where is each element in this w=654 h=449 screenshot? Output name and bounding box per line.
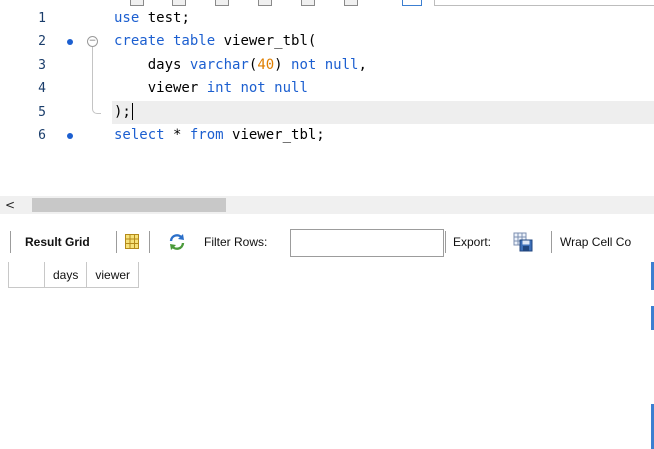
sql-text: test; — [139, 10, 190, 26]
sql-text: ); — [114, 103, 131, 120]
separator — [116, 231, 117, 253]
code-line[interactable]: use test; — [114, 7, 190, 30]
sql-text: viewer_tbl; — [223, 127, 325, 143]
wrap-cell-content-label[interactable]: Wrap Cell Co — [560, 234, 631, 250]
text-caret — [131, 103, 133, 121]
sql-text: viewer_tbl( — [215, 33, 317, 50]
result-toolbar: Result Grid Filter Rows: Export: Wrap Ce… — [0, 224, 654, 262]
sql-keyword: not null — [240, 80, 308, 97]
current-line-highlight — [112, 100, 654, 124]
line-number: 5 — [38, 104, 46, 120]
sql-text: , — [358, 56, 367, 73]
statement-marker-dot[interactable] — [67, 133, 73, 139]
line-number: 4 — [38, 81, 46, 97]
line-number: 3 — [38, 57, 46, 73]
sql-text: days — [114, 56, 190, 73]
filter-rows-label: Filter Rows: — [204, 235, 268, 249]
sql-keyword: not null — [291, 56, 359, 73]
toolbar-button-frag — [258, 0, 272, 6]
result-grid-tab[interactable]: Result Grid — [25, 234, 90, 250]
code-line[interactable]: create table viewer_tbl( — [114, 30, 316, 53]
editor-horizontal-scrollbar[interactable]: < — [0, 196, 654, 214]
refresh-icon[interactable] — [168, 233, 186, 251]
code-line[interactable]: days varchar(40) not null, — [114, 54, 367, 77]
fold-end-marker — [92, 104, 101, 114]
code-line[interactable]: select * from viewer_tbl; — [114, 124, 325, 147]
code-line[interactable]: ); — [114, 101, 133, 124]
sql-keyword: int — [206, 80, 233, 97]
sql-number: 40 — [257, 56, 275, 73]
sql-text: viewer — [114, 80, 207, 97]
separator — [551, 231, 552, 253]
grid-icon[interactable] — [125, 234, 139, 249]
line-number: 2 — [38, 34, 46, 50]
toolbar-button-frag — [344, 0, 358, 6]
toolbar-button-frag — [215, 0, 229, 6]
column-header-days[interactable]: days — [45, 262, 88, 288]
fold-collapse-icon[interactable]: − — [87, 36, 98, 48]
result-grid-header: days viewer — [8, 262, 140, 288]
sql-keyword: select — [114, 127, 165, 143]
column-header-viewer[interactable]: viewer — [87, 262, 140, 288]
scrollbar-thumb[interactable] — [32, 198, 226, 212]
sql-text: * — [164, 127, 190, 143]
fold-guide-line — [92, 47, 93, 107]
scroll-left-arrow[interactable]: < — [5, 196, 15, 214]
export-icon[interactable] — [513, 232, 533, 252]
separator — [10, 231, 11, 253]
toolbar-button-frag — [301, 0, 315, 6]
toolbar-button-frag — [402, 0, 422, 6]
export-label: Export: — [453, 235, 492, 249]
line-number: 6 — [38, 128, 46, 143]
sql-keyword: use — [114, 10, 140, 26]
line-number: 1 — [38, 11, 46, 26]
toolbar-button-frag — [172, 0, 186, 6]
grid-corner-cell[interactable] — [8, 262, 45, 288]
sql-editor[interactable]: 1 use test; 2 − create table viewer_tbl( 3 da… — [0, 0, 654, 196]
filter-rows-input[interactable] — [290, 229, 444, 257]
toolbar-button-frag — [130, 0, 144, 6]
code-line[interactable]: viewer int not null — [114, 77, 308, 100]
sql-keyword: from — [189, 127, 224, 143]
sql-text: ) — [274, 56, 292, 73]
sql-keyword: varchar — [189, 56, 249, 73]
toolbar-search-frag — [434, 0, 654, 6]
separator — [149, 231, 150, 253]
toolbar-remnant — [0, 0, 654, 6]
separator — [445, 231, 446, 253]
statement-marker-dot[interactable] — [67, 39, 73, 46]
sql-keyword: create table — [114, 33, 216, 50]
